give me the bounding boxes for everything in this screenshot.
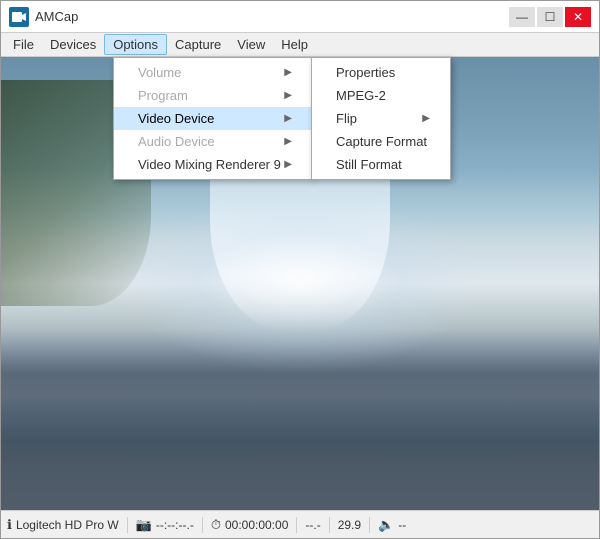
menu-view[interactable]: View — [229, 35, 273, 54]
submenu-arrow-audio-device: ▶ — [284, 136, 292, 147]
menu-item-mpeg2[interactable]: MPEG-2 — [312, 84, 450, 107]
rec-time: --:--:--.- — [156, 518, 194, 532]
bg-rocks — [1, 351, 599, 510]
menu-item-program[interactable]: Program ▶ — [114, 84, 312, 107]
menu-item-volume[interactable]: Volume ▶ — [114, 61, 312, 84]
titlebar-left: AMCap — [9, 7, 78, 27]
menu-item-vmr9[interactable]: Video Mixing Renderer 9 ▶ — [114, 153, 312, 176]
stat1-value: --.- — [305, 518, 320, 532]
stat2-value: -- — [398, 518, 406, 532]
menu-item-flip[interactable]: Flip ▶ — [312, 107, 450, 130]
menu-devices[interactable]: Devices — [42, 35, 104, 54]
restore-button[interactable]: ☐ — [537, 7, 563, 27]
status-divider-2 — [202, 517, 203, 533]
device-name: Logitech HD Pro W — [16, 518, 119, 532]
submenu-arrow-video-device: ▶ — [284, 113, 292, 124]
menu-capture[interactable]: Capture — [167, 35, 229, 54]
status-stat1: --.- — [305, 518, 320, 532]
video-device-submenu: Properties MPEG-2 Flip ▶ Capture Format … — [311, 57, 451, 180]
status-volume: 🔈 -- — [378, 517, 406, 533]
timer-icon: ⏱ — [211, 517, 221, 533]
status-timer: ⏱ 00:00:00:00 — [211, 517, 289, 533]
submenu-arrow-volume: ▶ — [284, 67, 292, 78]
status-divider-4 — [329, 517, 330, 533]
menu-item-capture-format[interactable]: Capture Format — [312, 130, 450, 153]
menu-help[interactable]: Help — [273, 35, 316, 54]
menu-file[interactable]: File — [5, 35, 42, 54]
close-button[interactable]: ✕ — [565, 7, 591, 27]
status-divider-1 — [127, 517, 128, 533]
status-fps: 29.9 — [338, 518, 361, 532]
options-dropdown: Volume ▶ Program ▶ Video Device ▶ Audio … — [113, 57, 313, 180]
info-icon: ℹ — [7, 517, 12, 533]
duration: 00:00:00:00 — [225, 518, 288, 532]
status-divider-5 — [369, 517, 370, 533]
status-camera-icon-section: 📷 --:--:--.- — [136, 517, 194, 533]
menu-item-video-device[interactable]: Video Device ▶ — [114, 107, 312, 130]
titlebar: AMCap — ☐ ✕ — [1, 1, 599, 33]
statusbar: ℹ Logitech HD Pro W 📷 --:--:--.- ⏱ 00:00… — [1, 510, 599, 538]
menu-item-properties[interactable]: Properties — [312, 61, 450, 84]
submenu-arrow-program: ▶ — [284, 90, 292, 101]
bg-waterfall-spray — [121, 193, 480, 374]
menu-item-audio-device[interactable]: Audio Device ▶ — [114, 130, 312, 153]
submenu-arrow-vmr9: ▶ — [284, 159, 292, 170]
status-divider-3 — [296, 517, 297, 533]
app-icon — [9, 7, 29, 27]
submenu-arrow-flip: ▶ — [422, 113, 430, 124]
menu-item-still-format[interactable]: Still Format — [312, 153, 450, 176]
menu-options[interactable]: Options — [104, 34, 167, 55]
minimize-button[interactable]: — — [509, 7, 535, 27]
titlebar-controls: — ☐ ✕ — [509, 7, 591, 27]
speaker-icon: 🔈 — [378, 517, 394, 533]
camera-icon: 📷 — [136, 517, 152, 533]
menubar: File Devices Options Capture View Help V… — [1, 33, 599, 57]
app-window: AMCap — ☐ ✕ File Devices Options Capture… — [0, 0, 600, 539]
window-title: AMCap — [35, 9, 78, 24]
status-device: ℹ Logitech HD Pro W — [7, 517, 119, 533]
fps-value: 29.9 — [338, 518, 361, 532]
